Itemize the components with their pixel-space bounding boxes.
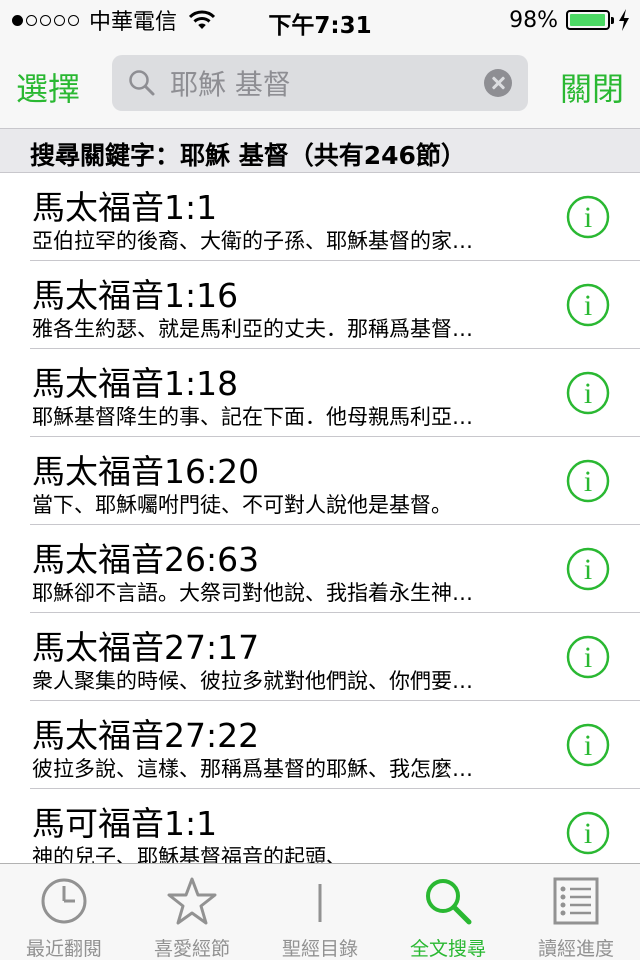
info-circle-icon[interactable]: i bbox=[566, 283, 610, 327]
signal-dot bbox=[54, 14, 65, 26]
result-row[interactable]: 馬可福音1:1 神的兒子、耶穌基督福音的起頭、 i bbox=[0, 789, 640, 863]
tab-book[interactable]: 聖經目錄 bbox=[256, 864, 384, 960]
tab-label: 喜愛經節 bbox=[153, 938, 230, 960]
result-row[interactable]: 馬太福音1:16 雅各生約瑟、就是馬利亞的丈夫．那稱爲基督… i bbox=[0, 261, 640, 349]
tab-label: 全文搜尋 bbox=[409, 938, 486, 960]
verse-snippet: 耶穌基督降生的事、記在下面．他母親馬利亞… bbox=[32, 405, 473, 429]
checklist-icon bbox=[553, 877, 599, 925]
info-circle-icon[interactable]: i bbox=[566, 459, 610, 503]
info-circle-icon[interactable]: i bbox=[566, 635, 610, 679]
verse-reference: 馬太福音26:63 bbox=[32, 540, 260, 579]
battery-percent: 98% bbox=[509, 7, 558, 33]
result-row[interactable]: 馬太福音1:18 耶穌基督降生的事、記在下面．他母親馬利亞… i bbox=[0, 349, 640, 437]
clock-icon bbox=[41, 878, 87, 924]
battery-icon bbox=[566, 10, 614, 30]
tab-label: 聖經目錄 bbox=[281, 938, 358, 960]
verse-snippet: 亞伯拉罕的後裔、大衛的子孫、耶穌基督的家… bbox=[32, 229, 473, 253]
result-row[interactable]: 馬太福音27:17 衆人聚集的時候、彼拉多就對他們說、你們要… i bbox=[0, 613, 640, 701]
tab-star[interactable]: 喜愛經節 bbox=[128, 864, 256, 960]
tab-label: 最近翻閱 bbox=[25, 938, 102, 960]
carrier-name: 中華電信 bbox=[89, 10, 178, 35]
signal-dot bbox=[26, 14, 37, 26]
verse-reference: 馬可福音1:1 bbox=[32, 804, 218, 843]
tab-label: 讀經進度 bbox=[537, 938, 614, 960]
verse-reference: 馬太福音27:22 bbox=[32, 716, 260, 755]
status-bar: 中華電信 下午7:31 98% bbox=[0, 0, 640, 40]
verse-snippet: 彼拉多說、這樣、那稱爲基督的耶穌、我怎麼… bbox=[32, 757, 473, 781]
svg-text:i: i bbox=[584, 465, 592, 498]
verse-snippet: 雅各生約瑟、就是馬利亞的丈夫．那稱爲基督… bbox=[32, 317, 473, 341]
info-circle-icon[interactable]: i bbox=[566, 371, 610, 415]
verse-snippet: 衆人聚集的時候、彼拉多就對他們說、你們要… bbox=[32, 669, 473, 693]
search-keyword-header: 搜尋關鍵字：耶穌 基督（共有246節） bbox=[0, 129, 640, 173]
result-row[interactable]: 馬太福音1:1 亞伯拉罕的後裔、大衛的子孫、耶穌基督的家… i bbox=[0, 173, 640, 261]
book-icon bbox=[318, 884, 322, 922]
svg-text:i: i bbox=[584, 553, 592, 586]
verse-reference: 馬太福音1:1 bbox=[32, 188, 218, 227]
svg-text:i: i bbox=[584, 641, 592, 674]
svg-text:i: i bbox=[584, 377, 592, 410]
wifi-icon bbox=[189, 10, 216, 29]
search-input[interactable] bbox=[170, 55, 470, 111]
info-circle-icon[interactable]: i bbox=[566, 195, 610, 239]
status-right: 98% bbox=[509, 6, 630, 34]
svg-text:i: i bbox=[584, 289, 592, 322]
signal-dot bbox=[68, 14, 79, 26]
verse-snippet: 神的兒子、耶穌基督福音的起頭、 bbox=[32, 845, 347, 863]
search-icon bbox=[426, 879, 472, 925]
tab-search[interactable]: 全文搜尋 bbox=[384, 864, 512, 960]
tab-bar: 最近翻閱 喜愛經節 聖經目錄 全文搜尋 讀經進度 bbox=[0, 863, 640, 960]
verse-reference: 馬太福音1:18 bbox=[32, 364, 239, 403]
result-row[interactable]: 馬太福音27:22 彼拉多說、這樣、那稱爲基督的耶穌、我怎麼… i bbox=[0, 701, 640, 789]
verse-snippet: 當下、耶穌囑咐門徒、不可對人說他是基督。 bbox=[32, 493, 452, 517]
signal-strength bbox=[12, 14, 79, 26]
signal-dot bbox=[40, 14, 51, 26]
svg-text:i: i bbox=[584, 817, 592, 850]
info-circle-icon[interactable]: i bbox=[566, 723, 610, 767]
info-circle-icon[interactable]: i bbox=[566, 811, 610, 855]
search-keyword-summary: 搜尋關鍵字：耶穌 基督（共有246節） bbox=[30, 141, 466, 170]
info-circle-icon[interactable]: i bbox=[566, 547, 610, 591]
results-list[interactable]: 馬太福音1:1 亞伯拉罕的後裔、大衛的子孫、耶穌基督的家… i 馬太福音1:16 雅各生… bbox=[0, 173, 640, 863]
result-row[interactable]: 馬太福音16:20 當下、耶穌囑咐門徒、不可對人說他是基督。 i bbox=[0, 437, 640, 525]
verse-reference: 馬太福音16:20 bbox=[32, 452, 260, 491]
svg-text:i: i bbox=[584, 729, 592, 762]
star-icon bbox=[167, 877, 217, 925]
tab-clock[interactable]: 最近翻閱 bbox=[0, 864, 128, 960]
select-button[interactable]: 選擇 bbox=[16, 64, 80, 110]
battery-fill bbox=[570, 14, 606, 26]
clear-x-icon[interactable] bbox=[484, 69, 512, 97]
lightning-bolt-icon bbox=[619, 9, 629, 31]
magnifier-icon bbox=[129, 70, 155, 96]
svg-text:i: i bbox=[584, 201, 592, 234]
signal-dot bbox=[12, 14, 23, 26]
verse-snippet: 耶穌卻不言語。大祭司對他說、我指着永生神… bbox=[32, 581, 473, 605]
status-left: 中華電信 bbox=[12, 6, 216, 35]
tab-checklist[interactable]: 讀經進度 bbox=[512, 864, 640, 960]
verse-reference: 馬太福音27:17 bbox=[32, 628, 260, 667]
verse-reference: 馬太福音1:16 bbox=[32, 276, 239, 315]
result-row[interactable]: 馬太福音26:63 耶穌卻不言語。大祭司對他說、我指着永生神… i bbox=[0, 525, 640, 613]
close-button[interactable]: 關閉 bbox=[560, 64, 624, 110]
search-nav-bar: 選擇 關閉 bbox=[0, 40, 640, 129]
search-field[interactable] bbox=[112, 55, 528, 111]
